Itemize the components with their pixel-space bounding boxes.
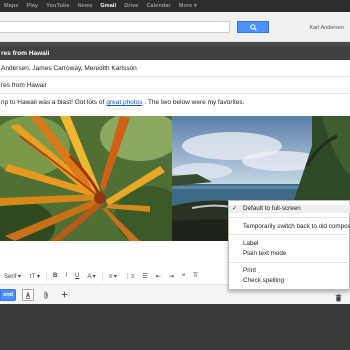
gbar-item-play[interactable]: Play	[26, 3, 38, 9]
menu-divider	[229, 262, 350, 263]
attach-button[interactable]	[40, 289, 52, 301]
menu-item-default-fullscreen[interactable]: ✓ Default to full-screen	[229, 205, 350, 213]
background-overlay	[0, 304, 350, 350]
search-icon	[249, 23, 257, 31]
text-format-icon	[25, 290, 31, 299]
gbar-item-calendar[interactable]: Calendar	[146, 3, 170, 9]
body-text-after: . The two below were my favorites:	[144, 99, 245, 106]
italic-button[interactable]: I	[61, 270, 71, 282]
flower-photo[interactable]	[0, 116, 172, 241]
insert-more-button[interactable]	[58, 289, 70, 301]
menu-item-print[interactable]: Print	[243, 267, 256, 275]
search-input[interactable]	[0, 21, 230, 33]
great-photos-link[interactable]: great photos	[106, 99, 142, 106]
gmail-header: Karl Andersen	[0, 12, 350, 42]
menu-item-check-spelling[interactable]: Check spelling	[243, 277, 284, 285]
gbar-item-youtube[interactable]: YouTube	[46, 3, 69, 9]
menu-item-plain-text[interactable]: Plain text mode	[243, 250, 286, 258]
gbar-item-gmail[interactable]: Gmail	[100, 3, 116, 9]
formatting-toggle-button[interactable]	[22, 288, 34, 301]
google-bar: Maps Play YouTube News Gmail Drive Calen…	[0, 0, 350, 12]
indent-less-button[interactable]: ⇤	[152, 270, 165, 282]
plus-icon	[61, 291, 67, 298]
send-button[interactable]: end	[0, 288, 16, 301]
gbar-item-drive[interactable]: Drive	[124, 3, 138, 9]
font-size-select[interactable]: тT ▾	[25, 270, 44, 282]
quote-button[interactable]: ❝	[178, 270, 189, 282]
gbar-item-news[interactable]: News	[78, 3, 93, 9]
message-body-text[interactable]: rip to Hawaii was a blast! Got lots of g…	[0, 94, 350, 111]
indent-more-button[interactable]: ⇥	[165, 270, 178, 282]
underline-button[interactable]: U	[71, 270, 83, 282]
bulleted-list-button[interactable]: ☰	[138, 270, 151, 282]
bold-button[interactable]: B	[49, 270, 61, 282]
subject-field[interactable]: res from Hawaii	[0, 77, 350, 94]
font-family-select[interactable]: Serif ▾	[0, 270, 25, 282]
menu-item-label[interactable]: Label	[243, 240, 258, 248]
compose-title[interactable]: res from Hawaii	[0, 46, 350, 60]
text-color-button[interactable]: A ▾	[83, 270, 99, 282]
check-icon: ✓	[232, 206, 238, 212]
clear-formatting-button[interactable]: T̸	[189, 270, 201, 282]
toolbar-divider	[101, 271, 103, 281]
menu-divider	[229, 234, 350, 235]
more-options-menu: ✓ Default to full-screen Temporarily swi…	[228, 200, 350, 290]
flower-photo-image	[0, 116, 172, 241]
user-name[interactable]: Karl Andersen	[309, 25, 344, 31]
menu-divider	[229, 217, 350, 218]
gbar-item-maps[interactable]: Maps	[4, 3, 18, 9]
gbar-item-more[interactable]: More ▾	[179, 3, 197, 9]
numbered-list-button[interactable]: ⋮≡	[121, 270, 139, 282]
toolbar-divider	[46, 271, 47, 281]
menu-item-old-compose[interactable]: Temporarily switch back to old compose	[243, 223, 350, 231]
search-button[interactable]	[237, 21, 269, 33]
recipients-field[interactable]: Andersen, James Carroway, Meredith Karls…	[0, 60, 350, 77]
menu-item-label: Default to full-screen	[243, 205, 301, 212]
body-text-before: rip to Hawaii was a blast! Got lots of	[1, 99, 105, 106]
trash-icon	[335, 294, 342, 302]
align-button[interactable]: ≡ ▾	[105, 270, 121, 282]
paperclip-icon	[44, 290, 48, 299]
